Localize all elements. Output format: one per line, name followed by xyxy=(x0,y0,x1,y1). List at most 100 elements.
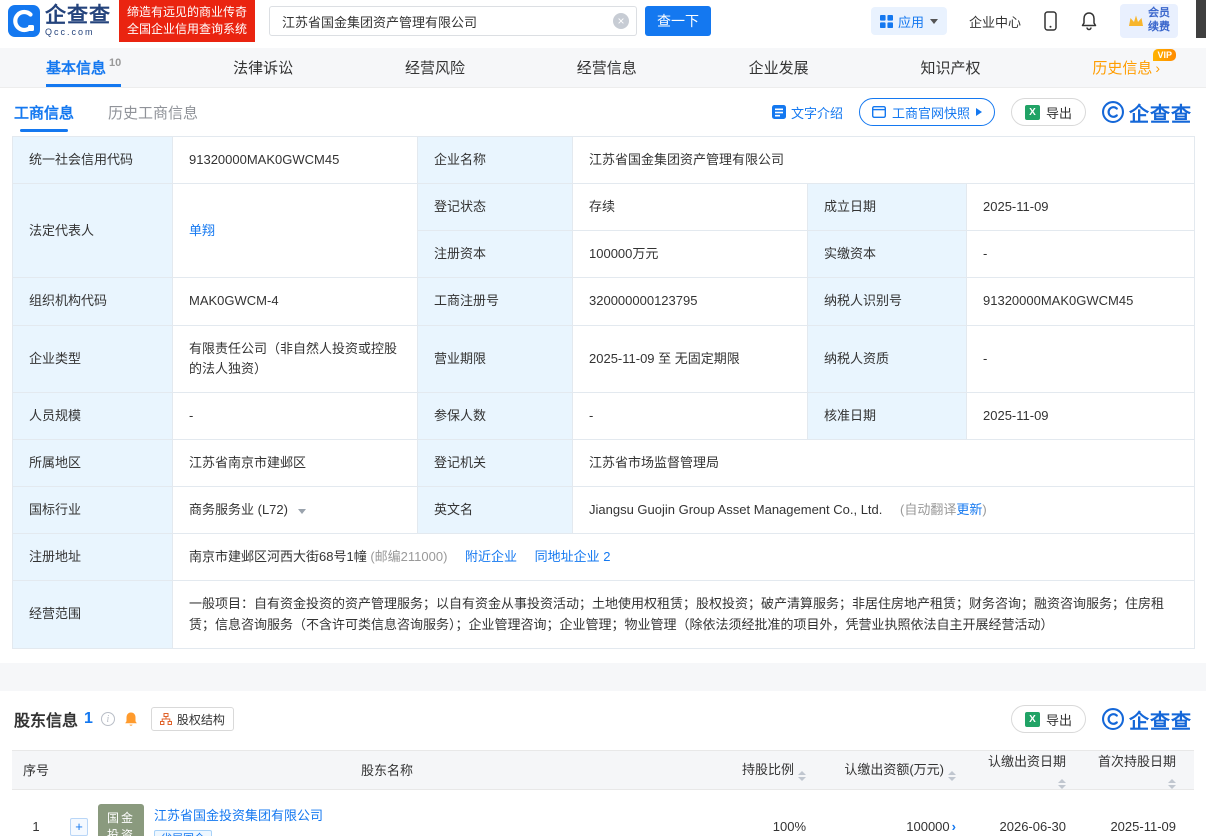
label-establish-date: 成立日期 xyxy=(807,183,967,232)
logo-text-cn: 企查查 xyxy=(45,4,111,27)
sort-icon[interactable] xyxy=(1168,778,1176,789)
notification-bell-icon[interactable] xyxy=(1080,11,1098,31)
subtab-business-info[interactable]: 工商信息 xyxy=(14,88,74,136)
logo-text-en: Qcc.com xyxy=(45,27,95,37)
subtab-history-business-info[interactable]: 历史工商信息 xyxy=(108,88,198,136)
shareholders-title: 股东信息 xyxy=(14,713,79,731)
tab-label: 历史信息 xyxy=(1092,60,1153,77)
search-input[interactable] xyxy=(269,6,638,36)
apps-menu-button[interactable]: 应用 xyxy=(870,7,947,35)
value-paid-capital: - xyxy=(965,230,1196,279)
english-name-text: Jiangsu Guojin Group Asset Management Co… xyxy=(589,502,883,518)
column-first-holding-date[interactable]: 首次持股日期 xyxy=(1084,749,1194,790)
column-subscribed-amount[interactable]: 认缴出资额(万元) xyxy=(824,749,974,790)
tab-label: 法律诉讼 xyxy=(233,60,294,77)
shareholder-ratio: 100% xyxy=(714,789,824,836)
qcc-watermark-icon xyxy=(1102,708,1124,731)
equity-structure-button[interactable]: 股权结构 xyxy=(150,707,234,732)
table-row: 组织机构代码 MAK0GWCM-4 工商注册号 320000000123795 … xyxy=(12,277,1196,326)
value-industry: 商务服务业 (L72) xyxy=(172,486,418,535)
export-button[interactable]: 导出 xyxy=(1010,98,1086,126)
crown-icon xyxy=(1129,15,1143,26)
tab-enterprise-development[interactable]: 企业发展 xyxy=(749,48,809,87)
shareholder-subscribe-date: 2026-06-30 xyxy=(974,789,1084,836)
shareholder-logo: 国金 投资 xyxy=(98,803,144,836)
column-subscribe-date[interactable]: 认缴出资日期 xyxy=(974,749,1084,790)
nearby-companies-link[interactable]: 附近企业 xyxy=(465,549,517,564)
auto-translate-note: (自动翻译 xyxy=(900,502,957,518)
sort-icon[interactable] xyxy=(798,770,806,781)
qcc-logo-icon xyxy=(8,5,40,37)
shareholders-table: 序号 股东名称 持股比例 认缴出资额(万元) 认缴出资日期 首次持股日期 1 国… xyxy=(12,749,1194,836)
sort-icon[interactable] xyxy=(1058,778,1066,789)
search-button[interactable]: 查一下 xyxy=(645,6,712,36)
excel-icon xyxy=(1024,711,1040,727)
monitor-bell-icon[interactable] xyxy=(123,711,139,728)
chevron-right-icon xyxy=(1155,60,1160,76)
tab-legal-litigation[interactable]: 法律诉讼 xyxy=(233,48,293,87)
expand-row-button[interactable] xyxy=(70,817,88,836)
scrollbar-track[interactable] xyxy=(1196,0,1206,836)
slogan-banner: 缔造有远见的商业传奇 全国企业信用查询系统 xyxy=(119,0,256,43)
enterprise-center-link[interactable]: 企业中心 xyxy=(969,12,1021,31)
table-header-row: 序号 股东名称 持股比例 认缴出资额(万元) 认缴出资日期 首次持股日期 xyxy=(12,749,1194,790)
business-info-toolbar: 工商信息 历史工商信息 文字介绍 工商官网快照 导出 xyxy=(0,88,1206,136)
apps-grid-icon xyxy=(879,14,893,28)
qcc-watermark: 企查查 xyxy=(1102,705,1192,734)
official-snapshot-button[interactable]: 工商官网快照 xyxy=(858,98,995,126)
shareholder-row: 1 国金 投资 江苏省国金投资集团有限公司 省属国企 100% xyxy=(12,789,1194,836)
table-row: 国标行业 商务服务业 (L72) 英文名 Jiangsu Guojin Grou… xyxy=(12,486,1196,535)
slogan-line1: 缔造有远见的商业传奇 xyxy=(127,4,248,19)
tab-history-info[interactable]: VIP 历史信息 xyxy=(1092,48,1176,87)
table-row: 经营范围 一般项目：自有资金投资的资产管理服务；以自有资金从事投资活动；土地使用… xyxy=(12,580,1196,649)
translate-update-link[interactable]: 更新 xyxy=(956,502,982,517)
value-region: 江苏省南京市建邺区 xyxy=(172,438,418,488)
same-address-companies-link[interactable]: 同地址企业 2 xyxy=(535,549,611,564)
clear-search-icon[interactable] xyxy=(613,13,630,29)
label-taxpayer-id: 纳税人识别号 xyxy=(807,277,967,326)
label-business-scope: 经营范围 xyxy=(12,580,173,649)
industry-expand-icon[interactable] xyxy=(297,509,306,515)
label-english-name: 英文名 xyxy=(417,486,573,535)
equity-structure-label: 股权结构 xyxy=(176,712,225,727)
info-icon[interactable] xyxy=(100,712,115,727)
tab-operation-info[interactable]: 经营信息 xyxy=(577,48,637,87)
chevron-down-icon xyxy=(929,18,938,24)
label-registered-address: 注册地址 xyxy=(12,533,173,582)
table-row: 企业类型 有限责任公司（非自然人投资或控股的法人独资） 营业期限 2025-11… xyxy=(12,324,1196,393)
amount-detail-arrow-icon[interactable] xyxy=(952,819,956,834)
value-org-code: MAK0GWCM-4 xyxy=(172,277,418,326)
column-index: 序号 xyxy=(12,749,60,790)
label-legal-representative: 法定代表人 xyxy=(12,183,173,279)
toolbar-actions: 文字介绍 工商官网快照 导出 企查查 xyxy=(771,98,1192,127)
label-paid-capital: 实缴资本 xyxy=(807,230,967,279)
business-info-table: 统一社会信用代码 91320000MAK0GWCM45 企业名称 江苏省国金集团… xyxy=(12,135,1196,649)
legal-representative-link[interactable]: 单翔 xyxy=(189,223,215,238)
header-right-nav: 应用 企业中心 会员 续费 xyxy=(870,4,1192,38)
column-shareholder-name: 股东名称 xyxy=(60,749,714,790)
sort-icon[interactable] xyxy=(948,770,956,781)
label-credit-code: 统一社会信用代码 xyxy=(12,135,173,185)
tab-operation-risk[interactable]: 经营风险 xyxy=(405,48,465,87)
tab-count-badge: 10 xyxy=(109,56,122,69)
text-intro-link[interactable]: 文字介绍 xyxy=(771,103,843,122)
shareholder-name-link[interactable]: 江苏省国金投资集团有限公司 xyxy=(154,805,323,824)
member-renew-button[interactable]: 会员 续费 xyxy=(1120,4,1178,38)
label-approval-date: 核准日期 xyxy=(807,391,967,440)
qcc-watermark-label: 企查查 xyxy=(1129,103,1192,126)
qcc-logo[interactable]: 企查查 Qcc.com xyxy=(8,5,111,37)
member-renew-label: 会员 续费 xyxy=(1148,7,1170,33)
value-registration-number: 320000000123795 xyxy=(572,277,808,326)
shareholders-section: 股东信息 1 股权结构 导出 xyxy=(0,691,1206,836)
scrollbar-thumb[interactable] xyxy=(1196,0,1206,38)
section-divider xyxy=(0,662,1206,691)
shareholders-export-button[interactable]: 导出 xyxy=(1010,705,1086,734)
tab-basic-info[interactable]: 基本信息 10 xyxy=(46,48,122,87)
tab-intellectual-property[interactable]: 知识产权 xyxy=(920,48,980,87)
table-row: 所属地区 江苏省南京市建邺区 登记机关 江苏省市场监督管理局 xyxy=(12,438,1196,488)
mobile-app-icon[interactable] xyxy=(1043,11,1058,31)
label-company-type: 企业类型 xyxy=(12,324,173,393)
column-ratio[interactable]: 持股比例 xyxy=(714,749,824,790)
org-chart-icon xyxy=(159,713,172,726)
label-taxpayer-quality: 纳税人资质 xyxy=(807,324,967,393)
